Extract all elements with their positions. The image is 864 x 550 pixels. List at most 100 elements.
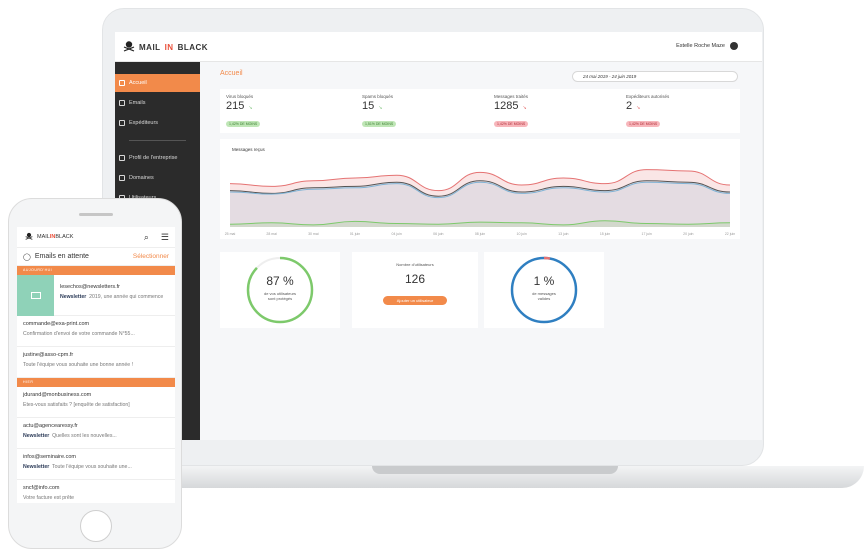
chart-x-tick-label: 15 juin xyxy=(600,232,610,236)
laptop-screen: MAIL IN BLACK Estelle Roche Maze Accueil E… xyxy=(115,32,762,440)
brand-logo[interactable]: MAIL IN BLACK xyxy=(123,40,208,54)
stat-messages: Messages traités 1285 ↘ 1,42% DE MOINS xyxy=(494,94,614,130)
chart-x-tick-label: 06 juin xyxy=(433,232,443,236)
chart-x-tick-label: 10 juin xyxy=(517,232,527,236)
stat-badge: 1,51% DE MOINS xyxy=(362,121,397,127)
stat-badge: 1,42% DE MOINS xyxy=(226,121,261,127)
search-icon[interactable]: ⌕ xyxy=(144,233,149,242)
senders-icon xyxy=(119,120,125,126)
mail-icon xyxy=(119,100,125,106)
kpi-protected-label-2: sont protégés xyxy=(267,296,293,301)
sidebar-item-label: Accueil xyxy=(129,80,147,86)
sidebar-divider xyxy=(129,140,186,141)
email-preview: Newsletter 2019, une année qui commence xyxy=(60,294,164,300)
email-row[interactable]: jdurand@monbusiness.com Êtes-vous satisf… xyxy=(17,387,175,418)
sidebar-item-expediteurs[interactable]: Expéditeurs xyxy=(115,114,200,132)
trend-down-icon: ↘ xyxy=(248,105,253,111)
selected-marker xyxy=(17,275,54,316)
kpi-valid-label-2: valides xyxy=(537,296,551,301)
stat-value: 215 ↘ xyxy=(226,100,253,112)
pirate-logo-icon xyxy=(25,232,33,242)
valid-ring xyxy=(510,256,578,324)
add-user-button[interactable]: Ajouter un utilisateur xyxy=(383,296,447,305)
email-from: sncf@info.com xyxy=(23,485,60,491)
sidebar-item-label: Domaines xyxy=(129,175,154,181)
email-preview: Confirmation d'envoi de votre commande N… xyxy=(23,331,135,337)
email-from: commande@exa-print.com xyxy=(23,321,90,327)
kpi-valid-value: 1 % xyxy=(533,274,555,288)
kpi-users-card: Nombre d'utilisateurs 126 Ajouter un uti… xyxy=(352,252,478,328)
email-preview: Êtes-vous satisfaits ? [enquête de satis… xyxy=(23,402,130,408)
trend-down-icon: ↘ xyxy=(636,105,641,111)
chart-x-tick-label: 13 juin xyxy=(558,232,568,236)
chart-x-tick-label: 22 juin xyxy=(725,232,735,236)
pirate-logo-icon xyxy=(123,40,135,54)
stat-label: Spams bloqués xyxy=(362,94,394,99)
section-header-yesterday: HIER xyxy=(17,378,175,387)
stat-value: 2 ↘ xyxy=(626,100,641,112)
email-row[interactable]: infos@seminaire.com Newsletter Toute l'é… xyxy=(17,449,175,480)
user-name: Estelle Roche Maze xyxy=(676,43,725,49)
kpi-protected-card: 87 % de vos utilisateurs sont protégés xyxy=(220,252,340,328)
mail-icon xyxy=(30,292,41,299)
globe-icon xyxy=(119,175,125,181)
stat-spams: Spams bloqués 15 ↘ 1,51% DE MOINS xyxy=(362,94,482,130)
chart-x-tick-label: 08 juin xyxy=(475,232,485,236)
email-from: actu@agencearessy.fr xyxy=(23,423,78,429)
stat-label: Messages traités xyxy=(494,94,529,99)
email-row[interactable]: lesechos@newsletters.fr Newsletter 2019,… xyxy=(17,275,175,316)
phone-brand: MAILINBLACK xyxy=(37,234,74,240)
stat-value: 15 ↘ xyxy=(362,100,383,112)
trend-down-icon: ↘ xyxy=(522,105,527,111)
company-icon xyxy=(119,155,125,161)
brand-suffix: BLACK xyxy=(177,42,209,52)
phone-screen: MAILINBLACK ⌕ ☰ ◯ Emails en attente Séle… xyxy=(17,227,175,503)
chart-canvas: 25 mai 28 mai 30 mai 01 juin 04 juin 06 juin 0… xyxy=(225,169,735,236)
stat-virus: Virus bloqués 215 ↘ 1,42% DE MOINS xyxy=(226,94,346,130)
email-preview: Votre facture est prête xyxy=(23,495,75,501)
phone-frame: MAILINBLACK ⌕ ☰ ◯ Emails en attente Séle… xyxy=(8,198,182,549)
app-header: MAIL IN BLACK Estelle Roche Maze xyxy=(115,32,762,62)
product-showcase: MAIL IN BLACK Estelle Roche Maze Accueil E… xyxy=(0,0,864,550)
email-from: infos@seminaire.com xyxy=(23,454,76,460)
email-from: justine@asso-cpm.fr xyxy=(23,352,74,358)
user-menu[interactable]: Estelle Roche Maze xyxy=(676,42,738,50)
check-circle-icon: ◯ xyxy=(23,253,31,261)
home-button[interactable] xyxy=(80,510,112,542)
stat-expediteurs: Expéditeurs autorisés 2 ↘ 1,42% DE MOINS xyxy=(626,94,746,130)
stat-label: Virus bloqués xyxy=(226,94,254,99)
chart-x-tick-label: 28 mai xyxy=(266,232,277,236)
menu-icon[interactable]: ☰ xyxy=(161,233,169,242)
email-preview: Toute l'équipe vous souhaite une bonne a… xyxy=(23,362,134,368)
home-icon xyxy=(119,80,125,86)
sidebar-item-domaines[interactable]: Domaines xyxy=(115,169,200,187)
page-title: Accueil xyxy=(220,70,243,77)
email-row[interactable]: commande@exa-print.com Confirmation d'en… xyxy=(17,316,175,347)
stat-badge: 1,42% DE MOINS xyxy=(626,121,661,127)
email-preview: Newsletter Toute l'équipe vous souhaite … xyxy=(23,464,132,470)
email-from: lesechos@newsletters.fr xyxy=(60,284,120,290)
email-row[interactable]: actu@agencearessy.fr Newsletter Quelles … xyxy=(17,418,175,449)
trend-down-icon: ↘ xyxy=(378,105,383,111)
chart-x-tick-label: 04 juin xyxy=(392,232,402,236)
dashboard-main: Accueil 24 mai 2019 - 24 juin 2019 Virus… xyxy=(200,62,762,440)
date-range-picker[interactable]: 24 mai 2019 - 24 juin 2019 xyxy=(572,71,738,82)
phone-speaker xyxy=(79,213,113,216)
kpi-users-value: 126 xyxy=(404,272,426,286)
brand-prefix: MAIL xyxy=(139,42,161,52)
phone-header: MAILINBLACK ⌕ ☰ xyxy=(17,227,175,248)
user-avatar-icon[interactable] xyxy=(730,42,738,50)
email-row[interactable]: sncf@info.com Votre facture est prête xyxy=(17,480,175,503)
section-header-today: AUJOURD'HUI xyxy=(17,266,175,275)
phone-title-row: ◯ Emails en attente Sélectionner xyxy=(17,248,175,266)
stat-value: 1285 ↘ xyxy=(494,100,527,112)
sidebar-item-label: Expéditeurs xyxy=(129,120,159,126)
select-button[interactable]: Sélectionner xyxy=(133,253,169,260)
email-row[interactable]: justine@asso-cpm.fr Toute l'équipe vous … xyxy=(17,347,175,378)
sidebar-item-emails[interactable]: Emails xyxy=(115,94,200,112)
sidebar-item-accueil[interactable]: Accueil xyxy=(115,74,200,92)
email-preview: Newsletter Quelles sont les nouvelles... xyxy=(23,433,117,439)
kpi-valid-card: 1 % de messages valides xyxy=(484,252,604,328)
chart-x-tick-label: 25 mai xyxy=(225,232,236,236)
sidebar-item-profil[interactable]: Profil de l'entreprise xyxy=(115,149,200,167)
